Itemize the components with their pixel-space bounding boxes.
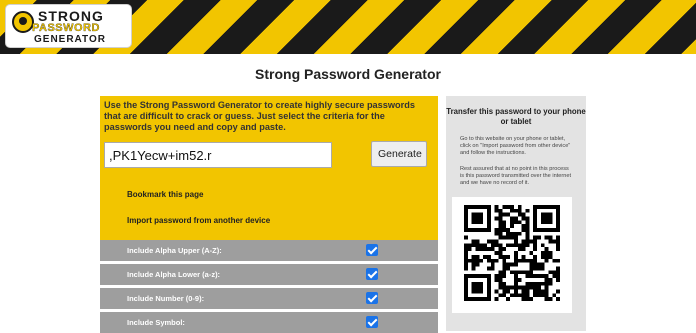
lock-badge-icon — [12, 11, 34, 33]
hazard-header: STRONG PASSWORD GENERATOR — [0, 0, 696, 54]
bookmark-link[interactable]: Bookmark this page — [100, 184, 438, 206]
transfer-title: Transfer this password to your phone or … — [446, 107, 586, 126]
bookmark-label: Bookmark this page — [127, 190, 204, 199]
upper-checkbox[interactable] — [366, 244, 378, 256]
transfer-privacy-note: Rest assured that at no point in this pr… — [460, 166, 571, 186]
lower-checkbox[interactable] — [366, 268, 378, 280]
option-lower: Include Alpha Lower (a-z): — [100, 264, 438, 285]
option-label: Include Alpha Lower (a-z): — [127, 270, 221, 279]
qr-code-icon — [464, 205, 560, 301]
generate-button[interactable]: Generate — [371, 141, 427, 167]
password-field[interactable] — [104, 142, 332, 168]
intro-text: Use the Strong Password Generator to cre… — [104, 100, 415, 132]
logo-line-3: GENERATOR — [34, 34, 106, 45]
number-checkbox[interactable] — [366, 292, 378, 304]
page-title: Strong Password Generator — [255, 66, 441, 82]
options-list: Include Alpha Upper (A-Z): Include Alpha… — [100, 240, 438, 333]
transfer-panel: Transfer this password to your phone or … — [446, 96, 586, 331]
option-label: Include Symbol: — [127, 318, 185, 327]
option-upper: Include Alpha Upper (A-Z): — [100, 240, 438, 261]
transfer-instructions: Go to this website on your phone or tabl… — [460, 136, 571, 156]
intro-box: Use the Strong Password Generator to cre… — [100, 96, 438, 240]
qr-code-container — [452, 197, 572, 313]
generator-panel: Use the Strong Password Generator to cre… — [100, 96, 438, 333]
option-label: Include Alpha Upper (A-Z): — [127, 246, 222, 255]
import-link[interactable]: Import password from another device — [100, 210, 438, 232]
option-symbol: Include Symbol: — [100, 312, 438, 333]
logo-line-2: PASSWORD — [32, 22, 100, 34]
option-number: Include Number (0-9): — [100, 288, 438, 309]
symbol-checkbox[interactable] — [366, 316, 378, 328]
site-logo[interactable]: STRONG PASSWORD GENERATOR — [6, 5, 131, 47]
option-label: Include Number (0-9): — [127, 294, 205, 303]
import-label: Import password from another device — [127, 216, 271, 225]
